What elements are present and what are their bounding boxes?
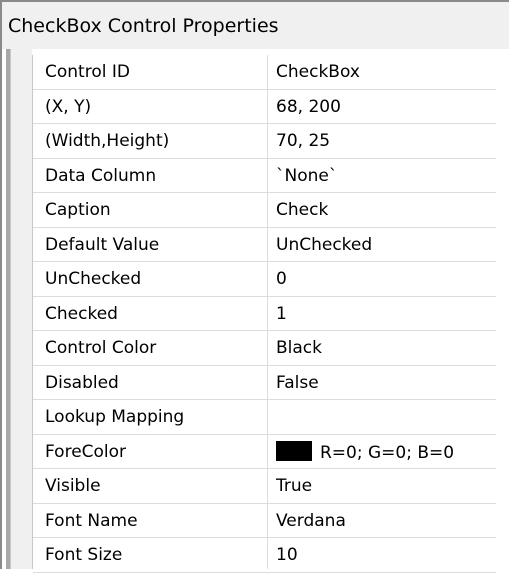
property-rows: Control ID CheckBox (X, Y) 68, 200 (Widt…	[33, 55, 496, 573]
property-name: Visible	[45, 476, 101, 496]
property-row-forecolor[interactable]: ForeColor R=0; G=0; B=0	[33, 435, 496, 469]
forecolor-rgb-text: R=0; G=0; B=0	[320, 442, 455, 463]
property-value[interactable]: False	[276, 372, 319, 394]
property-row-data-column[interactable]: Data Column `None`	[33, 159, 496, 193]
property-value-forecolor[interactable]: R=0; G=0; B=0	[276, 440, 455, 464]
property-row-unchecked[interactable]: UnChecked 0	[33, 262, 496, 297]
property-row-control-id[interactable]: Control ID CheckBox	[33, 55, 496, 90]
property-value[interactable]: Verdana	[276, 510, 346, 532]
property-name: Control Color	[45, 338, 157, 358]
panel-right-edge	[496, 49, 509, 569]
property-name: Font Size	[45, 545, 123, 565]
property-value[interactable]: Black	[276, 337, 322, 359]
property-row-font-size[interactable]: Font Size 10	[33, 538, 496, 573]
property-value[interactable]: 1	[276, 303, 287, 325]
panel-title-bar: CheckBox Control Properties	[0, 0, 509, 49]
property-row-disabled[interactable]: Disabled False	[33, 366, 496, 400]
property-row-lookup-mapping[interactable]: Lookup Mapping	[33, 400, 496, 435]
property-name: Caption	[45, 200, 111, 220]
property-value[interactable]: 10	[276, 544, 298, 566]
property-row-caption[interactable]: Caption Check	[33, 193, 496, 228]
property-name: (X, Y)	[45, 96, 92, 117]
color-swatch[interactable]	[276, 440, 312, 461]
property-row-visible[interactable]: Visible True	[33, 469, 496, 504]
property-name: ForeColor	[45, 441, 127, 462]
property-row-xy[interactable]: (X, Y) 68, 200	[33, 90, 496, 124]
property-row-checked[interactable]: Checked 1	[33, 297, 496, 331]
panel-title: CheckBox Control Properties	[8, 15, 279, 37]
property-value[interactable]: UnChecked	[276, 234, 372, 256]
panel-left-border	[0, 49, 2, 569]
property-name: Checked	[45, 303, 118, 324]
property-name: (Width,Height)	[45, 131, 170, 151]
property-row-default-value[interactable]: Default Value UnChecked	[33, 228, 496, 262]
property-value[interactable]: 70, 25	[276, 130, 330, 152]
property-name: Lookup Mapping	[45, 407, 185, 427]
property-value[interactable]: `None`	[276, 165, 337, 187]
property-row-font-name[interactable]: Font Name Verdana	[33, 504, 496, 538]
property-name: Font Name	[45, 510, 138, 531]
property-row-width-height[interactable]: (Width,Height) 70, 25	[33, 124, 496, 159]
property-value[interactable]: Check	[276, 199, 328, 221]
property-row-control-color[interactable]: Control Color Black	[33, 331, 496, 366]
property-name: Data Column	[45, 165, 157, 186]
property-value[interactable]: CheckBox	[276, 61, 360, 83]
property-name: Control ID	[45, 62, 130, 82]
property-name: Default Value	[45, 234, 160, 255]
property-name: Disabled	[45, 372, 119, 393]
row-header-gutter	[10, 49, 32, 569]
property-value[interactable]: 0	[276, 268, 287, 290]
property-value[interactable]: 68, 200	[276, 96, 341, 118]
property-name: UnChecked	[45, 269, 142, 289]
properties-panel: CheckBox Control Properties Control ID C…	[0, 0, 509, 573]
property-value[interactable]: True	[276, 475, 312, 497]
